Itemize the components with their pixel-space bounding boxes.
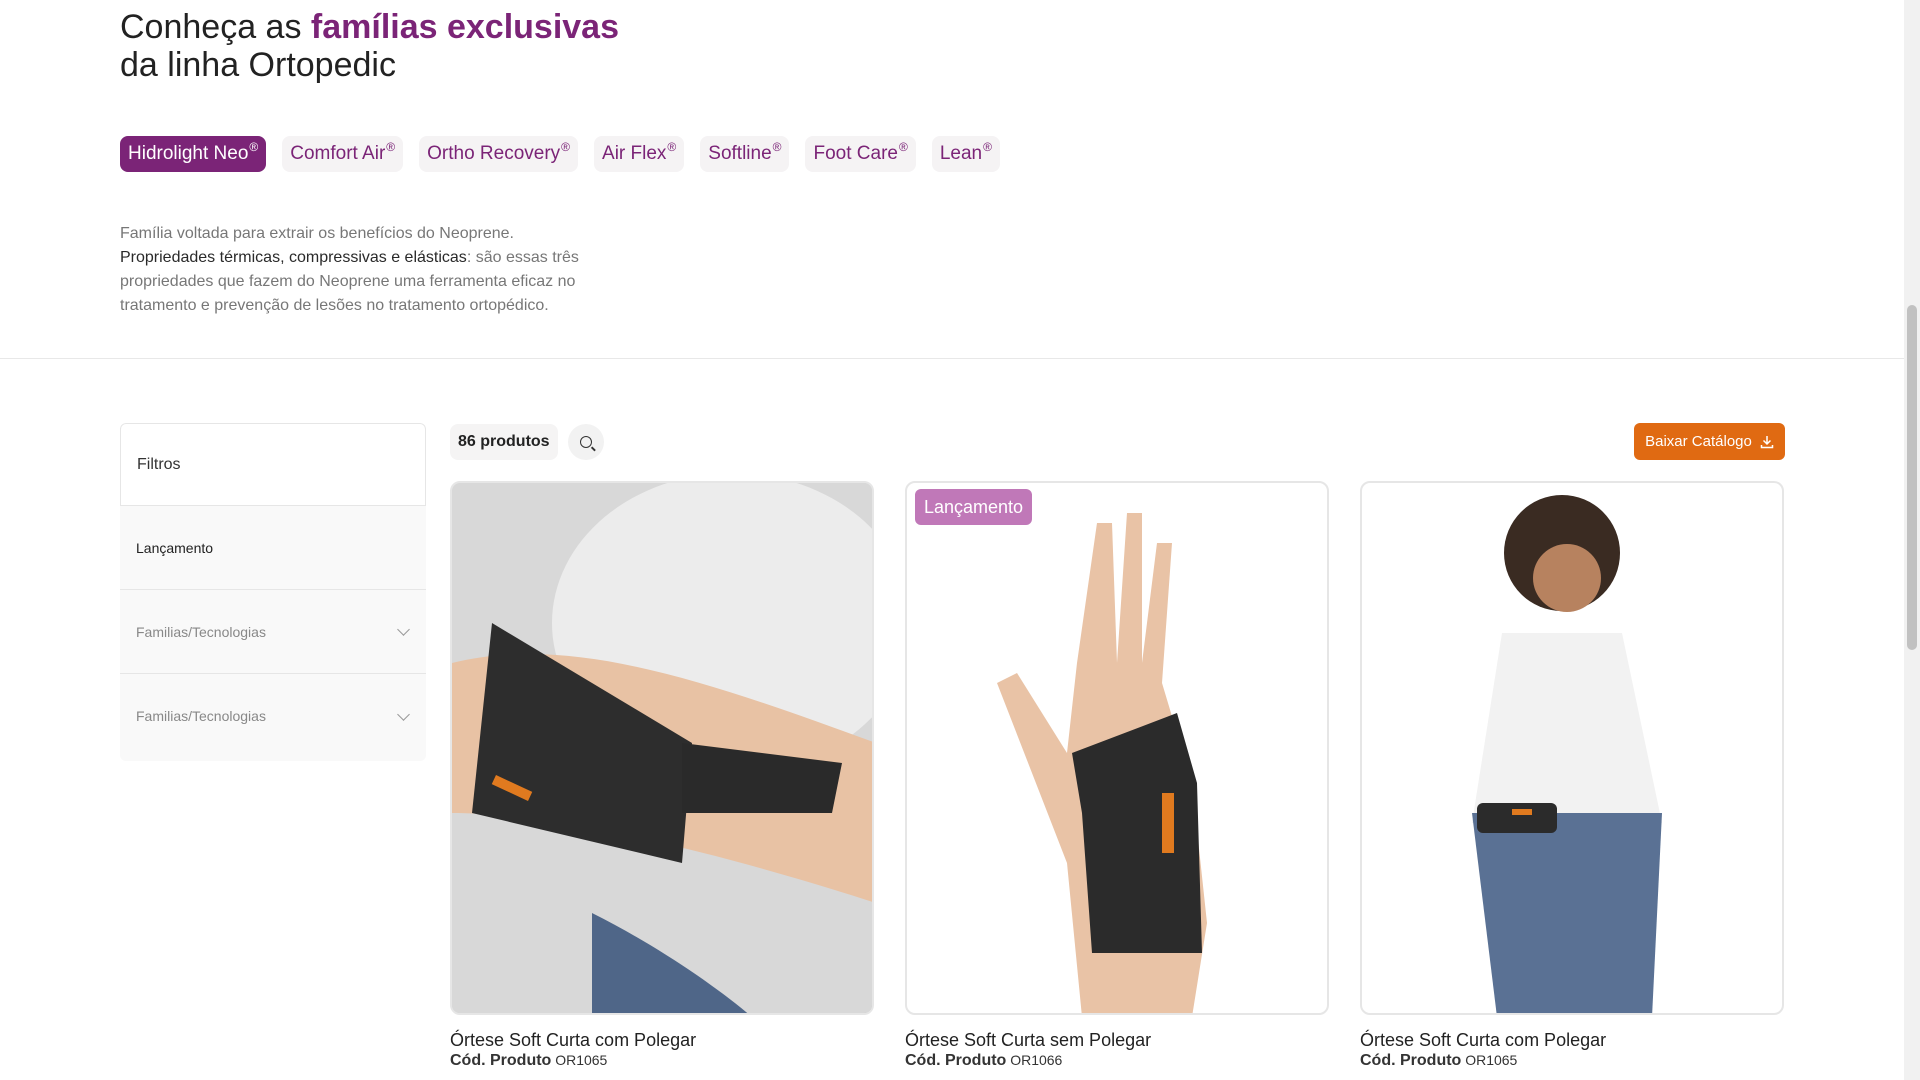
chevron-down-icon — [397, 623, 410, 636]
chevron-down-icon — [397, 707, 410, 721]
tab-lean[interactable]: Lean ® — [931, 136, 1000, 172]
download-catalog-button[interactable]: Baixar Catálogo — [1634, 423, 1785, 460]
product-card-image[interactable] — [450, 481, 874, 1015]
product-name[interactable]: Órtese Soft Curta com Polegar — [450, 1030, 696, 1051]
family-description: Família voltada para extrair os benefíci… — [120, 222, 620, 318]
filters-panel: Filtros Lançamento Familias/Tecnologias … — [120, 423, 426, 761]
page-heading: Conheça as famílias exclusivas da linha … — [120, 8, 619, 84]
tab-air-flex[interactable]: Air Flex ® — [594, 136, 685, 172]
product-name[interactable]: Órtese Soft Curta com Polegar — [1360, 1030, 1606, 1051]
filter-familias-1[interactable]: Familias/Tecnologias — [120, 590, 426, 674]
product-photo — [452, 483, 872, 1013]
filter-familias-2[interactable]: Familias/Tecnologias — [120, 674, 426, 758]
tab-foot-care[interactable]: Foot Care ® — [805, 136, 916, 172]
heading-line2: da linha Ortopedic — [120, 46, 396, 84]
product-card-image[interactable]: Lançamento — [905, 481, 1329, 1015]
product-code: Cód. Produto OR1066 — [905, 1052, 1063, 1069]
product-name[interactable]: Órtese Soft Curta sem Polegar — [905, 1030, 1151, 1051]
product-photo — [1472, 495, 1662, 1013]
search-icon — [580, 436, 592, 448]
product-photo — [997, 513, 1207, 1013]
heading-plain: Conheça as — [120, 8, 311, 46]
tab-softline[interactable]: Softline ® — [700, 136, 790, 172]
search-button[interactable] — [568, 424, 604, 460]
download-icon — [1760, 435, 1774, 448]
tab-ortho-recovery[interactable]: Ortho Recovery ® — [419, 136, 579, 172]
tab-hidrolight-neo[interactable]: Hidrolight Neo ® — [120, 136, 267, 172]
description-bold: Propriedades térmicas, compressivas e el… — [120, 249, 467, 266]
product-code: Cód. Produto OR1065 — [450, 1052, 608, 1069]
filters-title: Filtros — [120, 423, 426, 506]
description-line1: Família voltada para extrair os benefíci… — [120, 225, 514, 242]
product-card-image[interactable] — [1360, 481, 1784, 1015]
scrollbar-thumb[interactable] — [1907, 305, 1917, 650]
product-code: Cód. Produto OR1065 — [1360, 1052, 1518, 1069]
product-count: 86 produtos — [450, 424, 558, 460]
tab-comfort-air[interactable]: Comfort Air ® — [282, 136, 404, 172]
family-tabs: Hidrolight Neo ® Comfort Air ® Ortho Recov… — [120, 136, 1000, 172]
section-divider — [0, 358, 1904, 359]
filter-lancamento[interactable]: Lançamento — [120, 506, 426, 590]
launch-badge: Lançamento — [915, 489, 1033, 525]
heading-highlight: famílias exclusivas — [310, 8, 619, 46]
